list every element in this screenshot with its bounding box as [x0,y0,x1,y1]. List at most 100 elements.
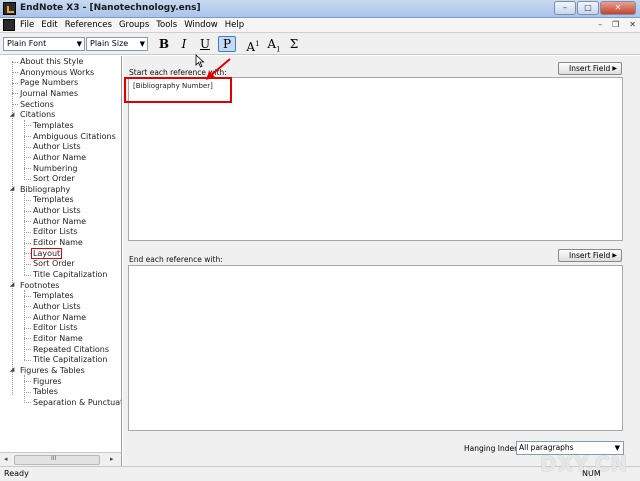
tree-line [12,104,18,106]
window-title: EndNote X3 - [Nanotechnology.ens] [20,3,201,13]
tree-item-citations[interactable]: Citations [20,109,55,120]
menu-bar: File Edit References Groups Tools Window… [0,18,640,33]
font-select[interactable]: Plain Font ▼ [3,37,85,51]
tree-line [24,359,31,361]
menu-references[interactable]: References [65,20,112,30]
tree-item-footnotes[interactable]: Footnotes [20,280,59,291]
tree-item-author-name[interactable]: Author Name [33,312,86,323]
menu-edit[interactable]: Edit [41,20,57,30]
tree-expander-icon[interactable]: ◢ [8,366,16,374]
end-insert-field-button[interactable]: Insert Field ▶ [558,249,622,262]
tree-item-sort-order[interactable]: Sort Order [33,173,75,184]
tree-line [24,168,31,169]
tree-line [24,317,31,319]
maximize-button[interactable]: □ [577,1,599,15]
tree-item-page-numbers[interactable]: Page Numbers [20,77,78,88]
tree-expander-icon[interactable]: ◢ [8,185,16,193]
menu-file[interactable]: File [20,20,34,30]
tree-item-author-name[interactable]: Author Name [33,216,86,227]
tree-item-layout[interactable]: Layout [31,247,63,259]
title-bar: EndNote X3 - [Nanotechnology.ens] – □ ✕ [0,0,640,18]
tree-line [24,263,31,265]
end-reference-editor[interactable] [128,265,623,431]
doc-restore-button[interactable]: ❐ [612,20,619,29]
hanging-indent-value: All paragraphs [519,443,574,452]
subscript-button[interactable]: A1 [265,36,283,53]
tree-item-tables[interactable]: Tables [33,386,58,397]
end-reference-label: End each reference with: [129,255,223,264]
menu-arrow-icon: ▶ [612,65,617,72]
tree-line [24,306,31,308]
tree-item-figures-tables[interactable]: Figures & Tables [20,365,85,376]
tree-line [24,231,31,233]
tree-line [24,338,31,340]
tree-item-title-capitalization[interactable]: Title Capitalization [33,269,107,280]
tree-line [24,349,31,351]
tree-item-editor-lists[interactable]: Editor Lists [33,322,77,333]
scroll-thumb[interactable] [14,455,100,465]
doc-close-button[interactable]: ✕ [629,20,636,29]
tree-item-author-name[interactable]: Author Name [33,152,86,163]
tree-line [24,199,31,201]
tree-item-sort-order[interactable]: Sort Order [33,258,75,269]
tree-item-ambiguous-citations[interactable]: Ambiguous Citations [33,131,116,142]
tree-item-templates[interactable]: Templates [33,290,74,301]
status-text: Ready [4,469,29,478]
minimize-button[interactable]: – [554,1,576,15]
menu-groups[interactable]: Groups [119,20,149,30]
tree-line [24,295,31,297]
underline-button[interactable]: U [196,36,214,52]
size-select[interactable]: Plain Size ▼ [86,37,148,51]
tree-item-author-lists[interactable]: Author Lists [33,301,81,312]
tree-item-sections[interactable]: Sections [20,99,54,110]
tree-line [24,146,31,148]
tree-item-about-this-style[interactable]: About this Style [20,56,83,67]
tree-line [24,210,31,212]
tree-line [24,391,31,393]
tree-line [24,125,31,127]
tree-line [24,136,31,138]
tree-line [24,375,25,403]
menu-tools[interactable]: Tools [156,20,177,30]
symbol-button[interactable]: Σ [285,36,303,52]
scroll-left-icon[interactable]: ◂ [4,455,8,463]
plain-button[interactable]: P [218,36,236,52]
bold-button[interactable]: B [155,36,173,52]
tree-item-numbering[interactable]: Numbering [33,163,78,174]
superscript-button[interactable]: A1 [244,36,262,54]
watermark-text: DXY.CN [540,452,629,476]
tree-item-author-lists[interactable]: Author Lists [33,141,81,152]
font-select-value: Plain Font [7,39,47,48]
tree-line [24,381,31,382]
tree-item-editor-name[interactable]: Editor Name [33,333,83,344]
superscript-base: A [246,40,256,54]
tree-item-templates[interactable]: Templates [33,194,74,205]
tree-line [24,242,31,244]
tree-item-anonymous-works[interactable]: Anonymous Works [20,67,94,78]
menu-help[interactable]: Help [225,20,244,30]
tree-horizontal-scrollbar[interactable]: ◂ III ▸ [0,452,122,466]
tree-expander-icon[interactable]: ◢ [8,111,16,119]
tree-item-editor-lists[interactable]: Editor Lists [33,226,77,237]
menu-window[interactable]: Window [184,20,218,30]
tree-expander-icon[interactable]: ◢ [8,281,16,289]
document-icon[interactable] [3,19,15,31]
tree-item-bibliography[interactable]: Bibliography [20,184,70,195]
tree-item-figures[interactable]: Figures [33,376,62,387]
tree-item-separation-punctuatic[interactable]: Separation & Punctuatic [33,397,121,408]
scroll-right-icon[interactable]: ▸ [110,455,114,463]
tree-item-templates[interactable]: Templates [33,120,74,131]
doc-minimize-button[interactable]: – [598,20,602,29]
tree-item-title-capitalization[interactable]: Title Capitalization [33,354,107,365]
style-tree[interactable]: About this Style Anonymous Works Page Numb… [0,56,122,452]
start-insert-field-button[interactable]: Insert Field ▶ [558,62,622,75]
italic-button[interactable]: I [175,36,193,52]
close-button[interactable]: ✕ [600,1,636,15]
tree-line [24,274,31,276]
tree-item-author-lists[interactable]: Author Lists [33,205,81,216]
tree-line [12,93,18,95]
tree-item-editor-name[interactable]: Editor Name [33,237,83,248]
endnote-app-icon[interactable] [3,2,16,15]
tree-item-repeated-citations[interactable]: Repeated Citations [33,344,109,355]
tree-item-journal-names[interactable]: Journal Names [20,88,78,99]
